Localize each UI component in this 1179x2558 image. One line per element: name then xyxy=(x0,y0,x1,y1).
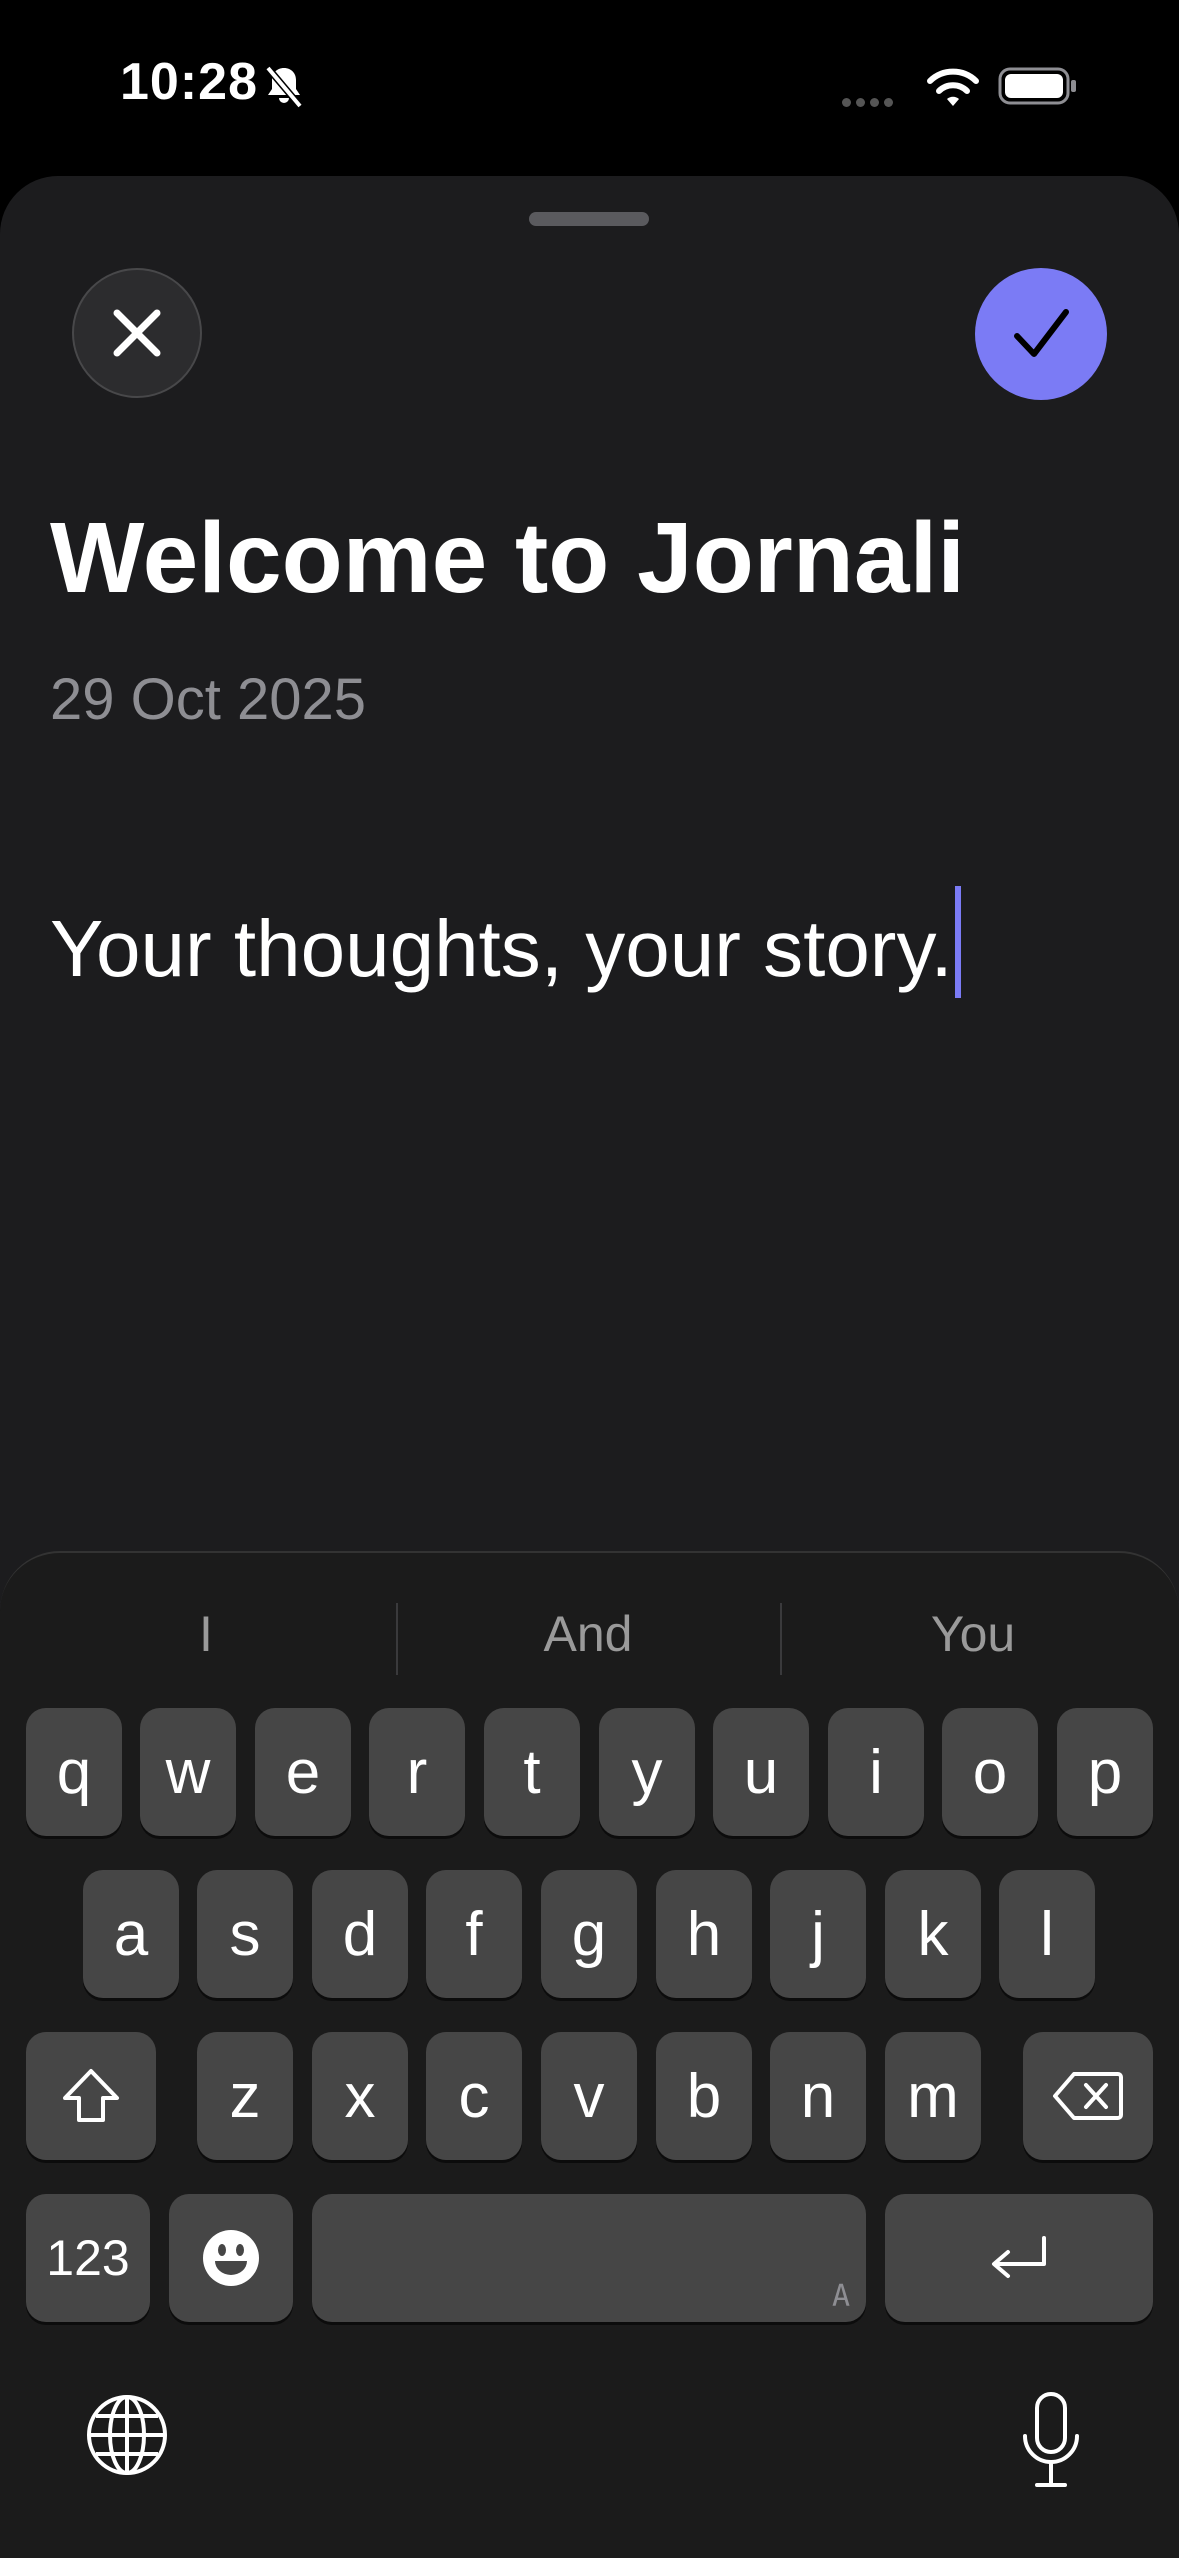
key-n[interactable]: n xyxy=(770,2032,866,2160)
microphone-icon[interactable] xyxy=(1016,2390,1086,2490)
key-l[interactable]: l xyxy=(999,1870,1095,1998)
entry-body-text: Your thoughts, your story. xyxy=(50,904,953,993)
checkmark-icon xyxy=(1014,309,1069,357)
key-w[interactable]: w xyxy=(140,1708,236,1836)
emoji-icon xyxy=(203,2230,259,2286)
key-a[interactable]: a xyxy=(83,1870,179,1998)
delete-backward-icon xyxy=(1053,2072,1123,2120)
text-cursor xyxy=(954,886,961,998)
key-q[interactable]: q xyxy=(26,1708,122,1836)
done-button[interactable] xyxy=(975,268,1107,400)
suggestion-3[interactable]: You xyxy=(783,1589,1163,1679)
key-r[interactable]: r xyxy=(369,1708,465,1836)
key-s[interactable]: s xyxy=(197,1870,293,1998)
key-g[interactable]: g xyxy=(541,1870,637,1998)
key-u[interactable]: u xyxy=(713,1708,809,1836)
entry-body-field[interactable]: Your thoughts, your story. xyxy=(50,886,961,998)
key-i[interactable]: i xyxy=(828,1708,924,1836)
sheet-grabber[interactable] xyxy=(529,212,649,226)
key-d[interactable]: d xyxy=(312,1870,408,1998)
key-b[interactable]: b xyxy=(656,2032,752,2160)
key-k[interactable]: k xyxy=(885,1870,981,1998)
key-x[interactable]: x xyxy=(312,2032,408,2160)
suggestion-divider xyxy=(780,1603,782,1675)
suggestion-2[interactable]: And xyxy=(398,1589,778,1679)
key-e[interactable]: e xyxy=(255,1708,351,1836)
entry-date: 29 Oct 2025 xyxy=(50,667,366,732)
key-t[interactable]: t xyxy=(484,1708,580,1836)
globe-icon[interactable] xyxy=(84,2392,170,2478)
entry-title[interactable]: Welcome to Jornali xyxy=(50,501,965,616)
suggestion-bar: I And You xyxy=(0,1589,1179,1679)
key-y[interactable]: y xyxy=(599,1708,695,1836)
close-button[interactable] xyxy=(72,268,202,398)
return-icon xyxy=(992,2236,1046,2278)
return-key[interactable] xyxy=(885,2194,1153,2322)
cellular-signal-icon xyxy=(842,94,898,112)
bell-slash-icon xyxy=(265,65,303,109)
key-v[interactable]: v xyxy=(541,2032,637,2160)
delete-key[interactable] xyxy=(1023,2032,1153,2160)
key-m[interactable]: m xyxy=(885,2032,981,2160)
shift-key[interactable] xyxy=(26,2032,156,2160)
key-o[interactable]: o xyxy=(942,1708,1038,1836)
key-z[interactable]: z xyxy=(197,2032,293,2160)
battery-icon xyxy=(998,67,1076,105)
key-f[interactable]: f xyxy=(426,1870,522,1998)
key-p[interactable]: p xyxy=(1057,1708,1153,1836)
status-time: 10:28 xyxy=(120,53,258,111)
status-bar: 10:28 xyxy=(0,0,1179,170)
space-key-hint: A xyxy=(831,2279,850,2314)
numbers-key[interactable]: 123 xyxy=(26,2194,150,2322)
key-h[interactable]: h xyxy=(656,1870,752,1998)
key-j[interactable]: j xyxy=(770,1870,866,1998)
close-icon xyxy=(113,309,161,357)
shift-icon xyxy=(63,2069,119,2122)
space-key[interactable]: A xyxy=(312,2194,866,2322)
emoji-key[interactable] xyxy=(169,2194,293,2322)
wifi-icon xyxy=(927,68,979,106)
key-c[interactable]: c xyxy=(426,2032,522,2160)
suggestion-1[interactable]: I xyxy=(16,1589,396,1679)
